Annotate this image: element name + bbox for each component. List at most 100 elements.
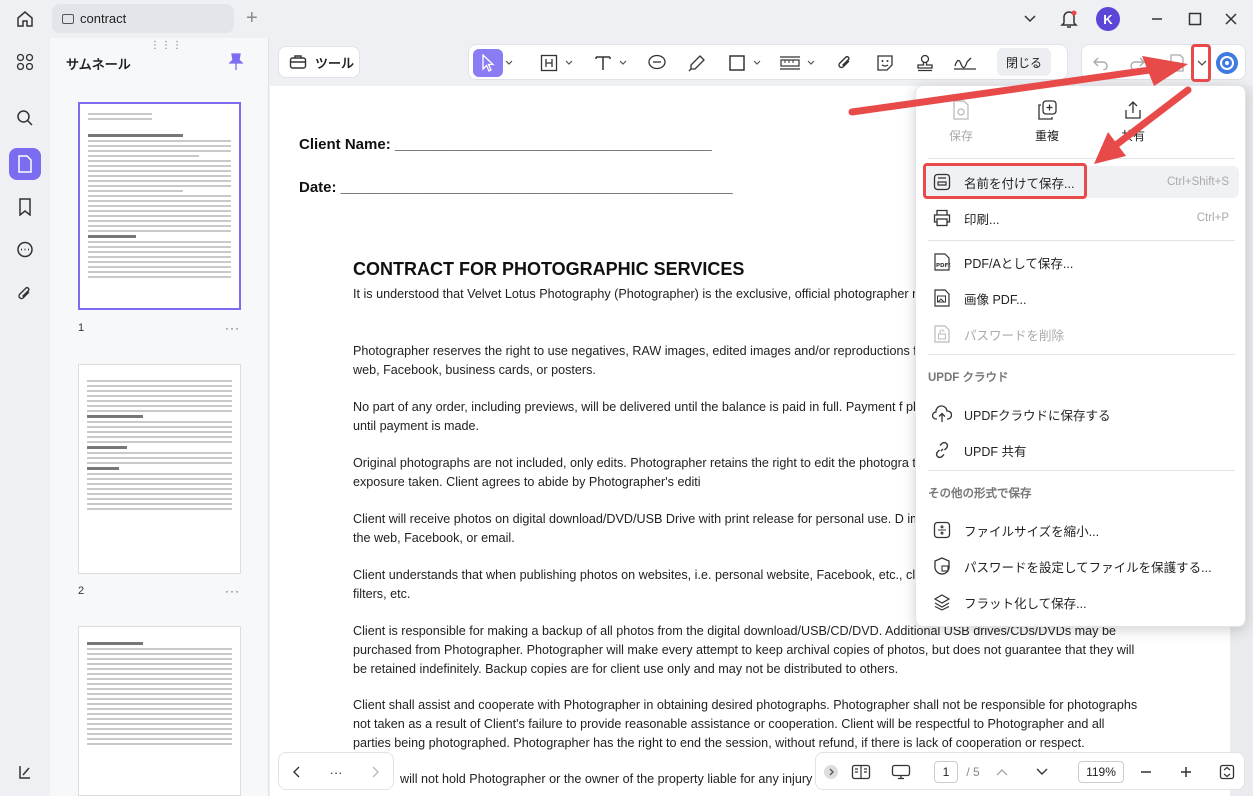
zoom-in-icon[interactable] [1178,761,1194,783]
page-nav-bar: ··· [278,752,394,790]
duplicate-icon [1038,100,1057,120]
thumbnail-more-button[interactable]: ··· [225,584,240,598]
share-icon [1125,101,1141,119]
bookmark-icon[interactable] [9,191,41,223]
menu-save-button[interactable]: 保存 [926,100,996,144]
text-box-icon[interactable] [537,49,561,77]
avatar[interactable]: K [1096,7,1120,31]
menu-share-button[interactable]: 共有 [1098,100,1168,144]
layers-icon[interactable] [9,756,41,788]
menu-item-print[interactable]: 印刷... Ctrl+P [924,202,1239,234]
unlock-icon [932,324,952,344]
history-controls [1081,44,1246,80]
stamp-icon[interactable] [913,49,937,77]
panel-grip[interactable]: ⋮⋮⋮ [150,40,183,51]
menu-item-flatten[interactable]: フラット化して保存... [924,586,1239,618]
select-cursor-icon[interactable] [473,49,503,77]
presentation-icon[interactable] [890,761,912,783]
attachment-icon[interactable] [9,278,41,310]
home-icon[interactable] [12,7,38,31]
save-icon[interactable] [1166,49,1188,77]
thumbnail-page-number: 1 [78,322,85,334]
comment-icon [62,13,74,24]
close-window-icon[interactable] [1220,6,1242,32]
menu-item-updf-share[interactable]: UPDF 共有 [924,434,1239,466]
maximize-icon[interactable] [1184,6,1206,32]
pdfa-label: PDF/Aとして保存... [964,256,1074,271]
highlighter-icon[interactable] [685,49,709,77]
comments-icon[interactable] [9,234,41,266]
menu-item-save-pdfa[interactable]: PDF/A PDF/Aとして保存... [924,246,1239,278]
current-page-input[interactable]: 1 [934,761,958,783]
thumbnail-page-2[interactable] [78,364,241,574]
bell-icon[interactable] [1058,6,1080,32]
link-icon [932,440,952,460]
menu-item-remove-password[interactable]: パスワードを削除 [924,318,1239,350]
chevron-down-icon[interactable] [751,49,763,77]
menu-item-protect-password[interactable]: パスワードを設定してファイルを保護する... [924,550,1239,582]
zoom-out-icon[interactable] [1138,761,1154,783]
menu-item-image-pdf[interactable]: 画像 PDF... [924,282,1239,314]
sticker-icon[interactable] [873,49,897,77]
contract-title: CONTRACT FOR PHOTOGRAPHIC SERVICES [353,259,745,279]
measure-icon[interactable] [777,49,803,77]
fit-page-icon[interactable] [1218,761,1236,783]
menu-divider [928,354,1235,355]
close-tools-button[interactable]: 閉じる [997,48,1051,76]
flatten-label: フラット化して保存... [964,596,1087,611]
annotation-highlight-box [1191,44,1211,82]
print-label: 印刷... [964,212,1000,227]
undo-icon[interactable] [1090,49,1112,77]
chevron-up-icon[interactable] [994,761,1010,783]
minimize-icon[interactable] [1146,6,1168,32]
printer-icon [932,208,952,228]
menu-top-actions: 保存 重複 共有 [916,86,1247,162]
chevron-down-icon[interactable] [563,49,575,77]
paperclip-icon[interactable] [833,49,857,77]
ai-assistant-icon[interactable] [1214,49,1240,77]
page-thumbnails-icon[interactable] [9,148,41,180]
chevron-down-icon[interactable] [503,49,515,77]
menu-share-label: 共有 [1120,129,1145,143]
more-options-button[interactable]: ··· [325,761,347,783]
chevron-right-icon[interactable] [367,761,383,783]
thumbnail-more-button[interactable]: ··· [225,321,240,335]
tools-button-label: ツール [315,55,355,71]
new-tab-plus-icon[interactable]: + [246,8,258,28]
chevron-down-icon[interactable] [1020,6,1040,32]
pin-icon[interactable] [228,53,244,76]
thumbnail-page-1[interactable] [78,102,241,310]
comment-icon[interactable] [645,49,669,77]
chevron-down-icon[interactable] [617,49,629,77]
menu-duplicate-label: 重複 [1034,129,1059,143]
document-tab[interactable]: contract [52,4,234,33]
cloud-section-header: UPDF クラウド [928,372,1009,384]
contract-paragraph: Client is responsible for making a backu… [353,624,1135,676]
text-icon[interactable] [591,49,615,77]
tools-button[interactable]: ツール [278,46,360,78]
thumbnail-page-number: 2 [78,585,85,597]
menu-divider [928,158,1235,159]
svg-text:PDF/A: PDF/A [936,263,951,269]
thumbnail-panel-title: サムネール [66,57,131,72]
apps-grid-icon[interactable] [9,46,41,78]
zoom-level-input[interactable]: 119% [1078,761,1124,783]
collapse-arrow-icon[interactable] [822,761,840,783]
reduce-size-label: ファイルサイズを縮小... [964,524,1100,539]
save-icon [953,100,969,120]
chevron-left-icon[interactable] [289,761,305,783]
menu-duplicate-button[interactable]: 重複 [1012,100,1082,144]
thumbnail-page-3[interactable] [78,626,241,796]
chevron-down-icon[interactable] [1034,761,1050,783]
signature-icon[interactable] [951,49,979,77]
search-icon[interactable] [9,102,41,134]
redo-icon[interactable] [1126,49,1148,77]
page-layout-icon[interactable] [850,761,872,783]
menu-save-label: 保存 [948,129,973,143]
menu-item-reduce-size[interactable]: ファイルサイズを縮小... [924,514,1239,546]
client-name-field: Client Name: ___________________________… [299,136,712,153]
menu-item-save-cloud[interactable]: UPDFクラウドに保存する [924,398,1239,430]
chevron-down-icon[interactable] [805,49,817,77]
rectangle-icon[interactable] [725,49,749,77]
total-pages: / 5 [966,765,980,779]
